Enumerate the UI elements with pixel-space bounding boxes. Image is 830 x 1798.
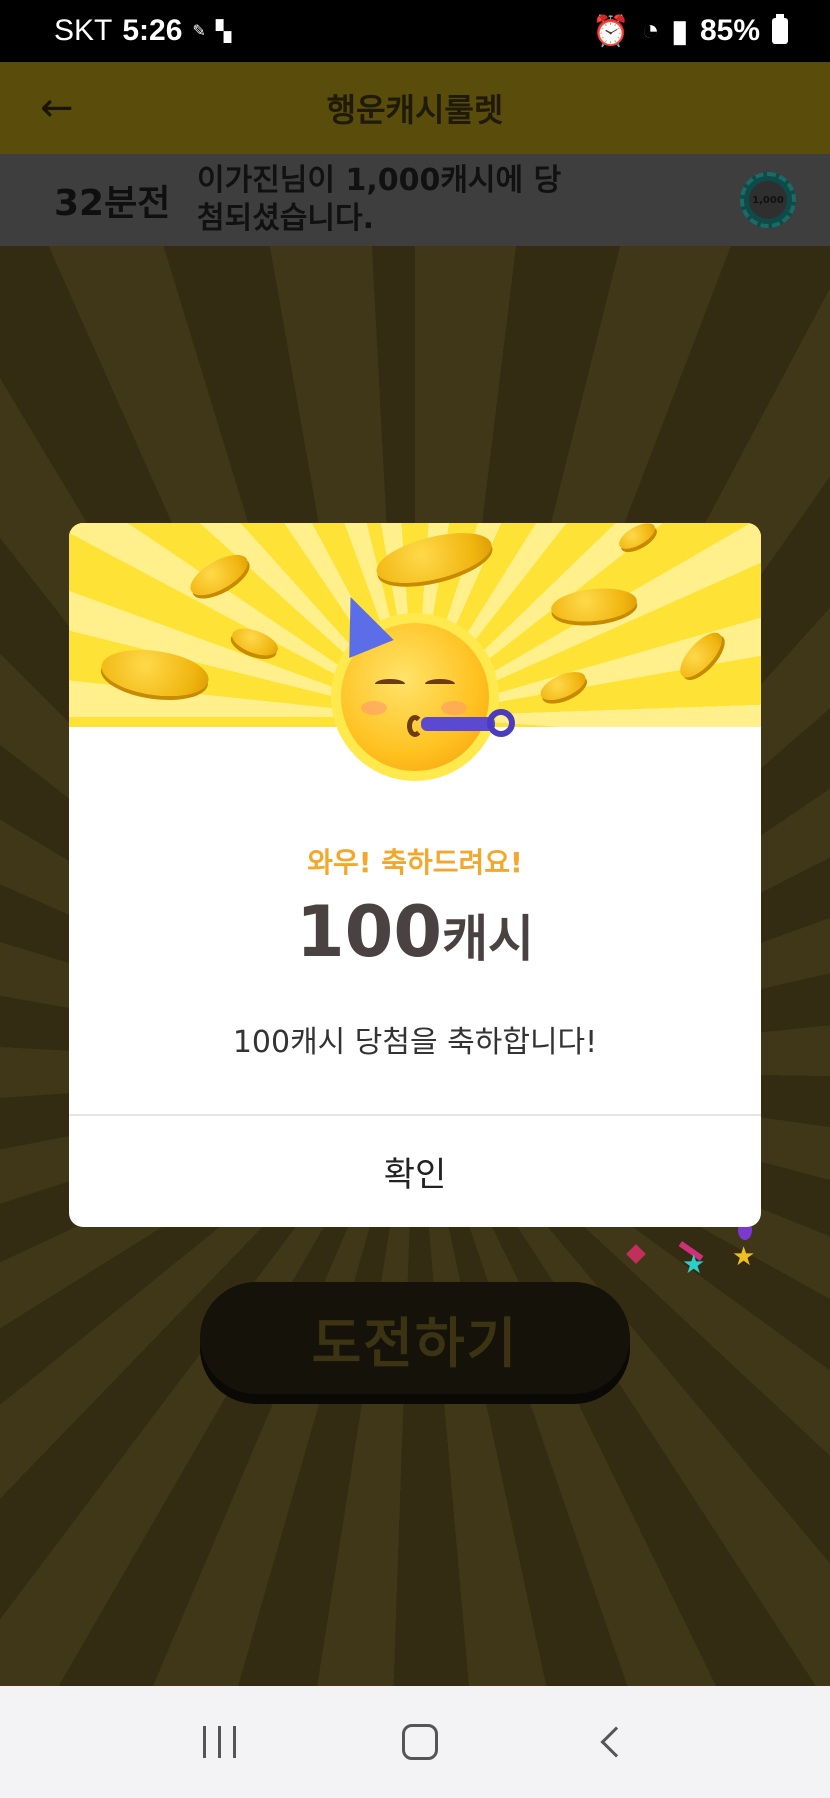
status-right: ⏰ ◔ ▮ 85% <box>592 14 788 49</box>
party-horn-curl <box>487 709 515 737</box>
cashfeed-notification-icon: ✎ <box>192 23 206 40</box>
wifi-icon: ◔ <box>641 14 660 47</box>
battery-icon <box>772 14 788 44</box>
challenge-label: 도전하기 <box>311 1311 519 1375</box>
back-arrow-icon[interactable]: ← <box>40 84 88 132</box>
dialog-description: 100캐시 당첨을 축하합니다! <box>232 1025 598 1060</box>
status-left: SKT 5:26 ✎ ▚ <box>54 14 231 48</box>
reward-amount: 100캐시 <box>69 891 761 973</box>
app-notification-icon: ▚ <box>215 20 232 43</box>
status-bar: SKT 5:26 ✎ ▚ ⏰ ◔ ▮ 85% <box>0 0 830 62</box>
back-icon[interactable] <box>600 1726 632 1758</box>
confirm-button[interactable]: 확인 <box>69 1116 761 1227</box>
right-blush <box>441 701 467 715</box>
cash-chip-icon: 1,000 <box>740 172 796 228</box>
page-title: 행운캐시룰렛 <box>326 91 504 129</box>
star-confetti-icon: ★ <box>732 1242 756 1272</box>
app-header: ← 행운캐시룰렛 <box>0 62 830 154</box>
alarm-icon: ⏰ <box>591 14 630 48</box>
left-blush <box>361 701 387 715</box>
recents-icon[interactable] <box>203 1726 237 1758</box>
challenge-button[interactable]: 도전하기 <box>200 1282 630 1394</box>
reward-amount-unit: 캐시 <box>442 910 535 968</box>
battery-percent: 85% <box>699 14 760 47</box>
ticker-time: 32분전 <box>54 183 171 224</box>
home-icon[interactable] <box>402 1724 439 1760</box>
carrier-label: SKT <box>54 14 113 47</box>
system-nav-bar <box>0 1686 830 1798</box>
party-emoji-icon <box>328 588 515 781</box>
right-eye <box>425 679 455 689</box>
ticker-message: 이가진님이 1,000캐시에 당첨되셨습니다. <box>197 163 562 236</box>
left-eye <box>375 679 405 689</box>
winner-ticker: 32분전 이가진님이 1,000캐시에 당첨되셨습니다. 1,000 <box>0 154 830 246</box>
star-confetti-icon: ★ <box>682 1250 706 1280</box>
signal-icon: ▮ <box>671 14 688 48</box>
clock: 5:26 <box>122 14 183 47</box>
reward-dialog: 와우! 축하드려요! 100캐시 100캐시 당첨을 축하합니다! 확인 <box>69 523 761 1227</box>
reward-amount-number: 100 <box>295 891 443 973</box>
dialog-subtitle: 와우! 축하드려요! <box>307 846 523 879</box>
partying-face-icon <box>328 588 515 771</box>
chip-label: 1,000 <box>749 181 787 219</box>
party-horn-icon <box>421 717 495 731</box>
